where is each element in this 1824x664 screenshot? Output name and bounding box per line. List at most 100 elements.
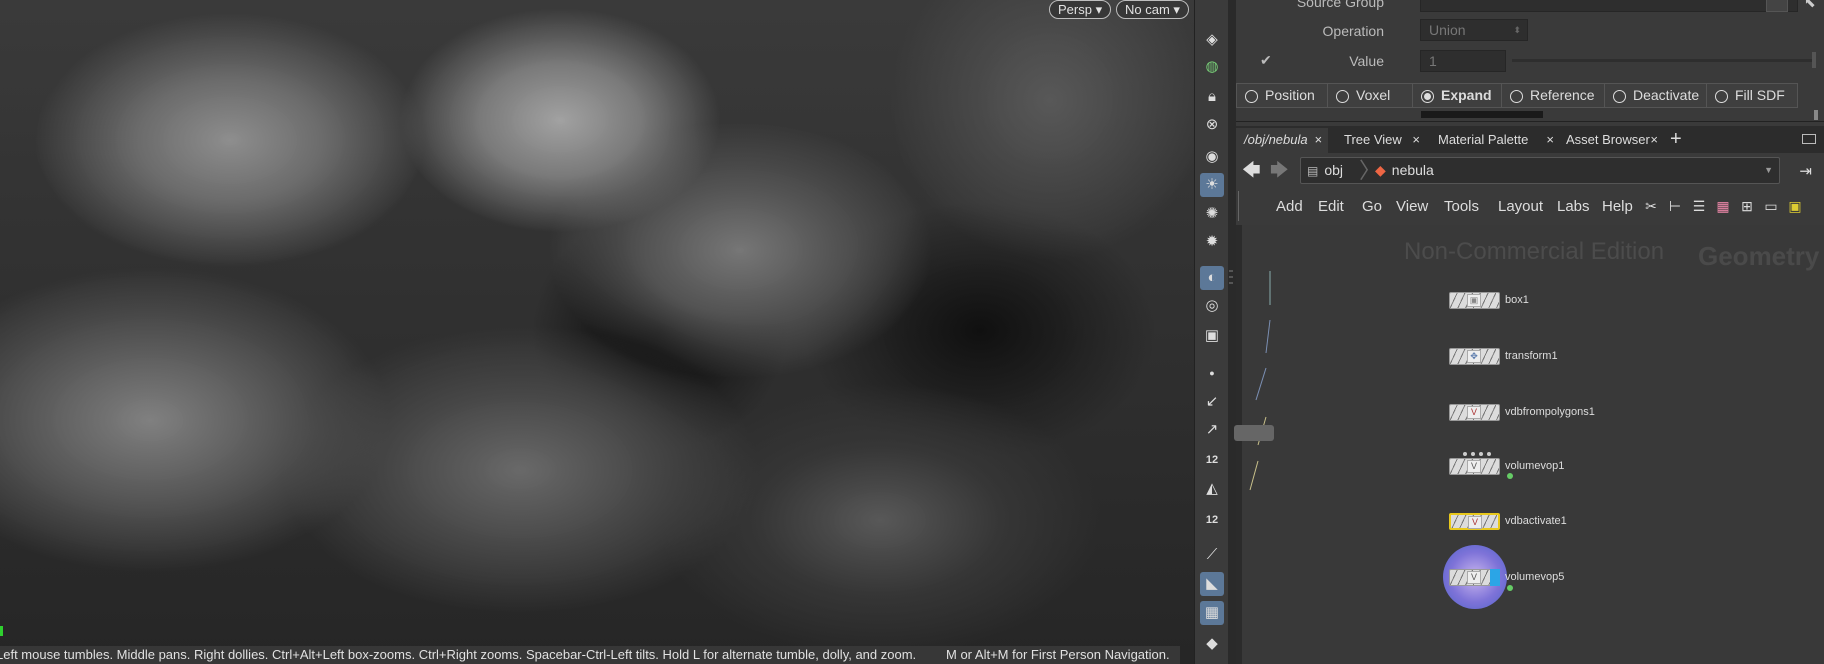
list-icon[interactable]: ☰ [1690, 197, 1708, 215]
breadcrumb-nebula[interactable]: ◆ nebula [1375, 158, 1434, 183]
close-icon[interactable]: × [1314, 128, 1322, 152]
path-bar: 🡄 🡆 ▤ obj 〉 ◆ nebula ▼ ⇥ [1236, 153, 1824, 187]
vector-icon[interactable]: ↗ [1200, 418, 1224, 442]
tree-layout-icon[interactable]: ⊢ [1666, 197, 1684, 215]
pane-menu-icon[interactable] [1802, 134, 1816, 144]
snapshot-icon[interactable]: ▣ [1200, 324, 1224, 348]
menu-layout[interactable]: Layout [1498, 198, 1543, 215]
tab-tree-view-label: Tree View [1344, 132, 1402, 147]
visibility-icon[interactable]: ◎ [1200, 294, 1224, 318]
arrow-select-icon[interactable]: ⬉ [1804, 0, 1816, 11]
node-vdbactivate1[interactable]: V [1449, 513, 1500, 530]
close-icon[interactable]: × [1546, 128, 1554, 152]
shading-icon[interactable]: ◐ [1200, 266, 1224, 290]
diamond-icon[interactable]: ◆ [1200, 632, 1224, 656]
source-group-dropdown[interactable] [1766, 0, 1788, 12]
prim-number-icon[interactable]: 12 [1200, 508, 1224, 532]
display-flag-icon[interactable] [1490, 569, 1500, 586]
tab-material-palette[interactable]: Material Palette × [1430, 128, 1560, 153]
input-connector-icon[interactable] [1479, 452, 1483, 456]
parameter-scrollbar[interactable] [1421, 111, 1543, 118]
tab-tree-view[interactable]: Tree View × [1336, 128, 1426, 153]
value-slider[interactable] [1512, 59, 1812, 62]
point-display-icon[interactable]: ● [1200, 361, 1224, 385]
grid-view-icon[interactable]: ⊞ [1738, 197, 1756, 215]
persp-label: Persp [1058, 2, 1092, 17]
pane-divider[interactable] [1228, 0, 1236, 664]
menu-tools[interactable]: Tools [1444, 198, 1479, 215]
layers-icon[interactable]: ◈ [1200, 28, 1224, 52]
tab-asset-browser[interactable]: Asset Browser × [1558, 128, 1664, 153]
breadcrumb-dropdown-icon[interactable]: ▼ [1764, 165, 1773, 175]
point-number-icon[interactable]: 12 [1200, 448, 1224, 472]
close-icon[interactable]: × [1412, 128, 1420, 152]
nav-hint: M or Alt+M for First Person Navigation. [946, 647, 1170, 662]
value-field[interactable]: 1 [1420, 50, 1506, 72]
forward-arrow-icon[interactable]: 🡆 [1270, 161, 1289, 179]
network-editor[interactable]: Non-Commercial Edition Geometry [1236, 225, 1824, 664]
template-icon[interactable]: ◣ [1200, 572, 1224, 596]
breadcrumb-obj[interactable]: ▤ obj [1307, 158, 1343, 183]
checker-icon[interactable]: ▦ [1200, 601, 1224, 625]
node-transform1[interactable]: ✥ [1449, 348, 1500, 365]
radio-reference[interactable]: Reference [1501, 83, 1605, 108]
pane-grip-icon [1229, 270, 1233, 272]
menu-grip [1238, 191, 1248, 221]
persp-menu[interactable]: Persp ▾ [1049, 0, 1112, 19]
menu-help[interactable]: Help [1602, 198, 1633, 215]
close-icon[interactable]: × [1650, 128, 1658, 152]
tab-network[interactable]: /obj/nebula × [1236, 128, 1328, 153]
input-connector-icon[interactable] [1463, 452, 1467, 456]
menu-go[interactable]: Go [1362, 198, 1382, 215]
guide-icon[interactable]: ⟋ [1200, 543, 1224, 567]
source-group-field[interactable] [1420, 0, 1798, 12]
add-tab-icon[interactable]: + [1670, 128, 1682, 150]
value-checkbox[interactable]: ✔ [1260, 52, 1272, 69]
point-number-label: 12 [1205, 454, 1219, 466]
menu-view[interactable]: View [1396, 198, 1428, 215]
radio-position[interactable]: Position [1236, 83, 1328, 108]
camera-label: No cam [1125, 2, 1170, 17]
sticky-note-icon[interactable]: ▣ [1786, 197, 1804, 215]
radio-expand[interactable]: Expand [1412, 83, 1502, 108]
radio-voxel[interactable]: Voxel [1327, 83, 1413, 108]
node-box1-label: box1 [1505, 294, 1529, 306]
point-light-icon[interactable]: ✹ [1200, 230, 1224, 254]
node-vdbfrompolygons1[interactable]: V [1449, 404, 1500, 421]
radio-reference-label: Reference [1530, 87, 1595, 103]
operation-label: Operation [1322, 23, 1384, 39]
radio-deactivate-label: Deactivate [1633, 87, 1700, 103]
origin-axis-icon [0, 626, 3, 636]
network-dot-node[interactable] [1234, 425, 1274, 441]
input-connector-icon[interactable] [1487, 452, 1491, 456]
radio-fill-sdf[interactable]: Fill SDF [1706, 83, 1798, 108]
menu-edit[interactable]: Edit [1318, 198, 1344, 215]
menu-labs[interactable]: Labs [1557, 198, 1590, 215]
thumbnail-icon[interactable]: ▭ [1762, 197, 1780, 215]
pin-icon[interactable]: ⇥ [1799, 162, 1812, 180]
node-volumevop5[interactable]: V [1449, 569, 1500, 586]
radio-voxel-label: Voxel [1356, 87, 1391, 103]
light-icon[interactable]: ☀ [1200, 173, 1224, 197]
node-box1[interactable]: ▣ [1449, 292, 1500, 309]
vop-node-icon: V [1467, 571, 1481, 584]
color-palette-icon[interactable]: ▦ [1714, 197, 1732, 215]
prim-normal-icon[interactable]: ◭ [1200, 477, 1224, 501]
radio-deactivate[interactable]: Deactivate [1604, 83, 1707, 108]
back-arrow-icon[interactable]: 🡄 [1242, 161, 1261, 179]
camera-menu[interactable]: No cam ▾ [1116, 0, 1189, 19]
menu-add[interactable]: Add [1276, 198, 1303, 215]
wrench-icon[interactable]: ✂ [1642, 197, 1660, 215]
lock-icon[interactable]: 🔒︎ [1200, 85, 1224, 109]
input-connector-icon[interactable] [1471, 452, 1475, 456]
camera-view-icon[interactable]: ◉ [1200, 145, 1224, 169]
clear-icon[interactable]: ⊗ [1200, 113, 1224, 137]
normal-icon[interactable]: ↙ [1200, 390, 1224, 414]
breadcrumb[interactable]: ▤ obj 〉 ◆ nebula ▼ [1300, 157, 1780, 184]
scene-viewport[interactable]: Persp ▾ No cam ▾ Left mouse tumbles. Mid… [0, 0, 1194, 664]
operation-select[interactable]: Union ⬍ [1420, 19, 1528, 41]
ghost-icon[interactable]: ◍ [1200, 55, 1224, 79]
node-volumevop1[interactable]: V [1449, 458, 1500, 475]
headlight-icon[interactable]: ✺ [1200, 202, 1224, 226]
value-slider-handle[interactable] [1812, 52, 1816, 68]
